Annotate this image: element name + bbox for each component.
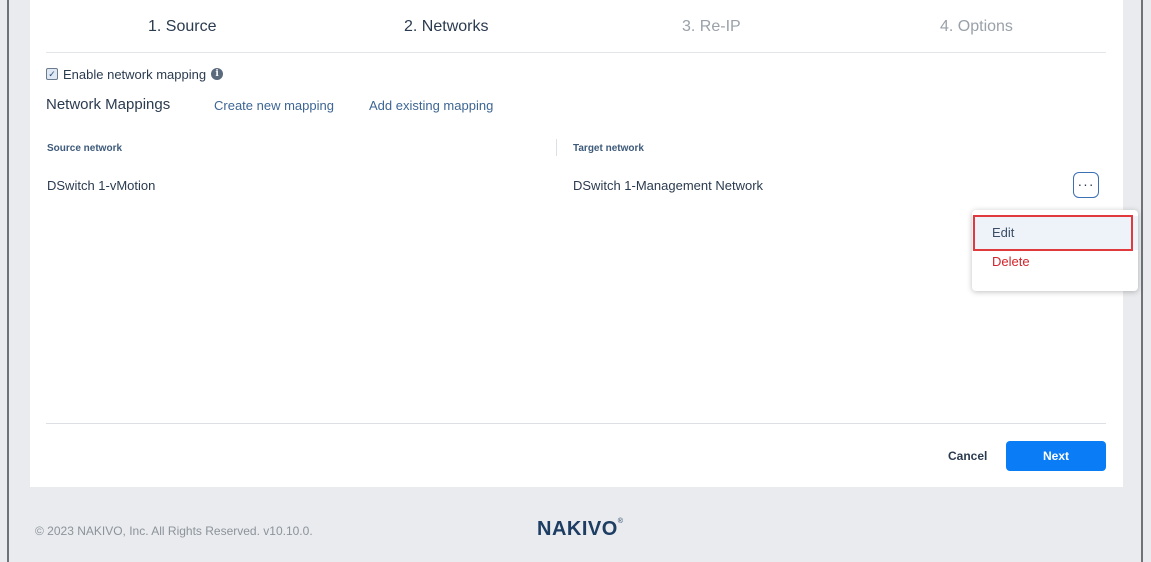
cancel-button[interactable]: Cancel: [948, 449, 987, 463]
wizard-panel: 1. Source 2. Networks 3. Re-IP 4. Option…: [30, 0, 1138, 487]
window-frame-left: [7, 0, 9, 562]
checkmark-icon: ✓: [48, 69, 56, 79]
step-options[interactable]: 4. Options: [940, 18, 1013, 36]
column-divider: [556, 139, 557, 156]
registered-mark: ®: [617, 518, 624, 525]
enable-mapping-checkbox[interactable]: ✓: [46, 68, 58, 80]
network-mappings-title: Network Mappings: [46, 96, 171, 113]
row-target-network: DSwitch 1-Management Network: [573, 178, 764, 193]
step-source[interactable]: 1. Source: [148, 18, 216, 36]
next-button[interactable]: Next: [1006, 441, 1106, 471]
window-frame-right: [1141, 0, 1143, 562]
menu-item-delete[interactable]: Delete: [972, 250, 1138, 274]
source-network-header: Source network: [47, 143, 123, 154]
row-actions-menu: Edit Delete: [972, 210, 1138, 291]
footer-divider: [46, 423, 1106, 424]
menu-item-edit[interactable]: Edit: [972, 216, 1138, 250]
enable-network-mapping: ✓ Enable network mapping i: [46, 66, 224, 82]
row-source-network: DSwitch 1-vMotion: [47, 178, 156, 193]
create-new-mapping-link[interactable]: Create new mapping: [214, 98, 334, 113]
logo-text: NAKIVO: [537, 518, 618, 540]
step-re-ip[interactable]: 3. Re-IP: [682, 18, 741, 36]
nakivo-logo: NAKIVO®: [537, 518, 623, 541]
step-networks[interactable]: 2. Networks: [404, 18, 488, 36]
enable-mapping-label: Enable network mapping: [63, 66, 207, 82]
info-icon[interactable]: i: [211, 68, 224, 80]
target-network-header: Target network: [573, 143, 644, 154]
wizard-steps: 1. Source 2. Networks 3. Re-IP 4. Option…: [46, 0, 1106, 53]
add-existing-mapping-link[interactable]: Add existing mapping: [369, 98, 493, 113]
copyright-text: © 2023 NAKIVO, Inc. All Rights Reserved.…: [35, 524, 313, 538]
more-actions-button[interactable]: ···: [1073, 172, 1099, 198]
